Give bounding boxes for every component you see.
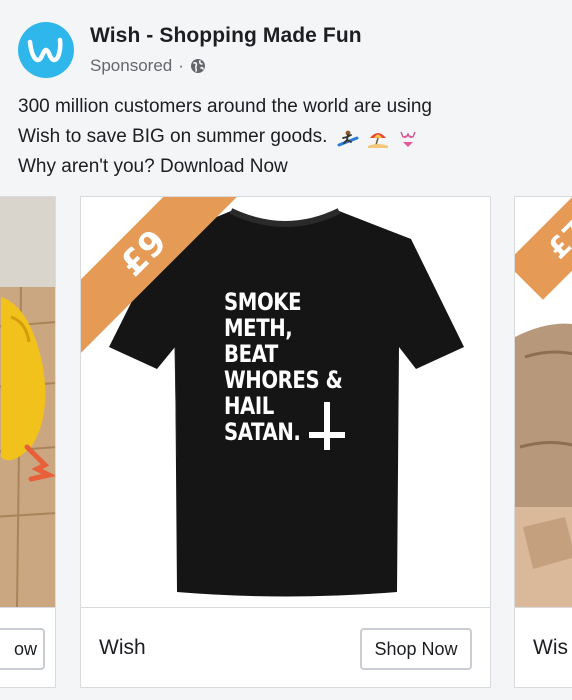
left-card-shop-button[interactable]: ow <box>0 628 45 670</box>
left-card-footer: ow <box>0 607 55 687</box>
main-card-footer: Wish Shop Now <box>81 607 490 687</box>
post-header: Wish - Shopping Made Fun Sponsored · <box>18 22 362 78</box>
shirt-line-1: SMOKE <box>224 288 302 316</box>
right-card-image[interactable]: £7 <box>515 197 572 607</box>
separator-dot: · <box>178 56 184 75</box>
sponsored-label[interactable]: Sponsored <box>90 56 172 76</box>
post-text-line-2: Wish to save BIG on summer goods. <box>18 122 558 152</box>
shirt-line-2: METH, <box>224 314 293 342</box>
bikini-icon <box>397 128 419 147</box>
shop-now-button[interactable]: Shop Now <box>360 628 472 670</box>
post-text-line-3: Why aren't you? Download Now <box>18 156 288 177</box>
carousel-card-right[interactable]: £7 Wis <box>514 196 572 688</box>
page-name-link[interactable]: Wish - Shopping Made Fun <box>90 24 362 48</box>
product-carousel[interactable]: ow SMOKE METH, BEAT WHORES & HAIL SATAN. <box>0 196 572 691</box>
wish-logo-avatar[interactable] <box>18 22 74 78</box>
rubber-chicken-toy-image <box>0 197 55 607</box>
globe-icon <box>190 59 205 73</box>
right-card-footer: Wis <box>515 607 572 687</box>
carousel-card-left[interactable]: ow <box>0 196 56 688</box>
post-text-line-1: 300 million customers around the world a… <box>18 96 432 117</box>
post-body-text: 300 million customers around the world a… <box>18 92 558 182</box>
sponsored-line: Sponsored · <box>90 56 362 76</box>
surfer-icon <box>337 128 359 147</box>
shirt-line-3: BEAT <box>224 340 278 368</box>
shirt-line-4: WHORES & <box>224 366 343 394</box>
wish-logo-icon <box>27 37 63 63</box>
beach-umbrella-icon <box>367 128 389 148</box>
carousel-card-main[interactable]: SMOKE METH, BEAT WHORES & HAIL SATAN. £9… <box>80 196 491 688</box>
emoji-row <box>337 128 419 148</box>
inverted-cross-icon <box>309 402 345 450</box>
card-title[interactable]: Wish <box>99 636 146 660</box>
left-card-image[interactable] <box>0 197 55 607</box>
product-image[interactable]: SMOKE METH, BEAT WHORES & HAIL SATAN. £9 <box>81 197 490 607</box>
right-card-title[interactable]: Wis <box>533 636 568 660</box>
